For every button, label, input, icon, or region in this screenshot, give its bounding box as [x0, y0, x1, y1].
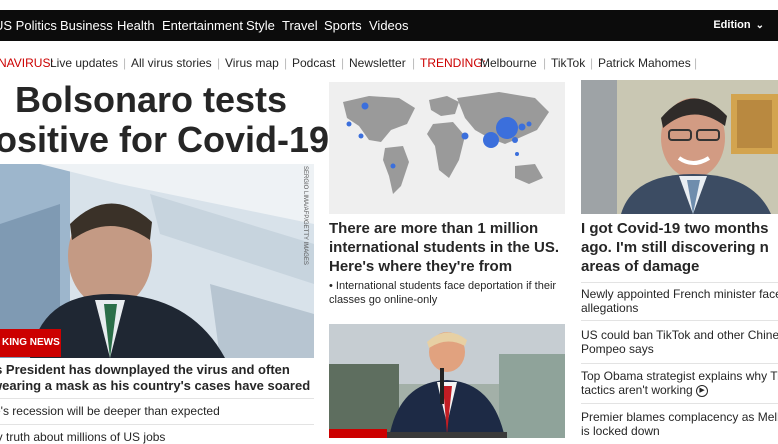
politics-photo-illustration: [329, 324, 565, 438]
right-story-link[interactable]: US could ban TikTok and other Chines Pom…: [581, 328, 778, 356]
subnav-virus-map[interactable]: Virus map: [225, 56, 279, 70]
nav-item-business[interactable]: Business: [60, 18, 113, 33]
divider: [581, 403, 778, 404]
nav-item-us-politics[interactable]: US Politics: [0, 18, 57, 33]
divider: |: [123, 56, 127, 70]
sub-nav: NAVIRUS: Live updates | All virus storie…: [0, 52, 778, 74]
lead-caption[interactable]: 's President has downplayed the virus an…: [0, 362, 312, 394]
right-headline[interactable]: I got Covid-19 two months ago. I'm still…: [581, 219, 778, 276]
trending-item[interactable]: Melbourne: [480, 56, 537, 70]
right-story-line: Newly appointed French minister face: [581, 287, 778, 301]
middle-sublink[interactable]: • International students face deportatio…: [329, 279, 565, 307]
politics-photo[interactable]: [329, 324, 565, 438]
world-map-graphic[interactable]: [329, 82, 565, 214]
play-icon: ▶: [696, 384, 709, 397]
right-story-link[interactable]: Premier blames complacency as Melb is lo…: [581, 410, 778, 438]
divider: [0, 398, 314, 399]
breaking-news-badge: KING NEWS: [0, 329, 61, 357]
right-story-line: allegations: [581, 301, 639, 315]
lead-headline-line2: ositive for Covid-19: [0, 119, 330, 160]
middle-headline[interactable]: There are more than 1 million internatio…: [329, 219, 565, 276]
divider: |: [341, 56, 345, 70]
nav-item-health[interactable]: Health: [117, 18, 155, 33]
right-story-line: US could ban TikTok and other Chines: [581, 328, 778, 342]
right-headline-line2: ago. I'm still discovering n: [581, 239, 769, 256]
world-map-illustration: [329, 82, 565, 214]
divider: |: [590, 56, 594, 70]
right-photo[interactable]: [581, 80, 778, 214]
nav-item-videos[interactable]: Videos: [369, 18, 409, 33]
trending-item[interactable]: Patrick Mahomes: [598, 56, 691, 70]
subnav-live-updates[interactable]: Live updates: [50, 56, 118, 70]
divider: |: [694, 56, 698, 70]
photo-credit: SERGIO LIMA/AFP/GETTY IMAGES: [302, 166, 308, 265]
trending-label: TRENDING:: [420, 56, 486, 70]
lead-headline-line1: Bolsonaro tests: [15, 79, 288, 120]
right-headline-line3: areas of damage: [581, 258, 700, 275]
nav-item-sports[interactable]: Sports: [324, 18, 362, 33]
right-photo-illustration: [581, 80, 778, 214]
right-story-line: Pompeo says: [581, 342, 654, 356]
right-headline-line1: I got Covid-19 two months: [581, 220, 769, 237]
right-story-line: Top Obama strategist explains why Tru: [581, 369, 778, 383]
right-story-link[interactable]: Top Obama strategist explains why Tru ta…: [581, 369, 778, 397]
breaking-news-label: KING NEWS: [2, 337, 60, 348]
lead-headline[interactable]: Bolsonaro tests ositive for Covid-19: [0, 80, 329, 160]
story-link[interactable]: ly truth about millions of US jobs: [0, 430, 165, 444]
coronavirus-label: NAVIRUS:: [0, 56, 54, 70]
right-story-line: is locked down: [581, 424, 660, 438]
story-link[interactable]: e's recession will be deeper than expect…: [0, 404, 220, 418]
divider: [581, 320, 778, 321]
top-strip: [0, 0, 778, 10]
chevron-down-icon: ⌄: [755, 20, 764, 31]
edition-label: Edition: [713, 19, 751, 31]
subnav-podcast[interactable]: Podcast: [292, 56, 335, 70]
divider: |: [543, 56, 547, 70]
trending-item[interactable]: TikTok: [551, 56, 585, 70]
main-nav: US Politics Business Health Entertainmen…: [0, 10, 778, 41]
edition-selector[interactable]: Edition ⌄: [713, 19, 764, 31]
right-story-line: Premier blames complacency as Melb: [581, 410, 778, 424]
right-story-link[interactable]: Newly appointed French minister face all…: [581, 287, 778, 315]
divider: [581, 282, 778, 283]
divider: |: [412, 56, 416, 70]
right-story-line: tactics aren't working: [581, 383, 693, 397]
divider: [0, 424, 314, 425]
nav-item-style[interactable]: Style: [246, 18, 275, 33]
nav-item-entertainment[interactable]: Entertainment: [162, 18, 243, 33]
nav-item-travel[interactable]: Travel: [282, 18, 318, 33]
divider: [581, 363, 778, 364]
subnav-newsletter[interactable]: Newsletter: [349, 56, 406, 70]
subnav-all-virus-stories[interactable]: All virus stories: [131, 56, 212, 70]
divider: |: [217, 56, 221, 70]
divider: |: [284, 56, 288, 70]
